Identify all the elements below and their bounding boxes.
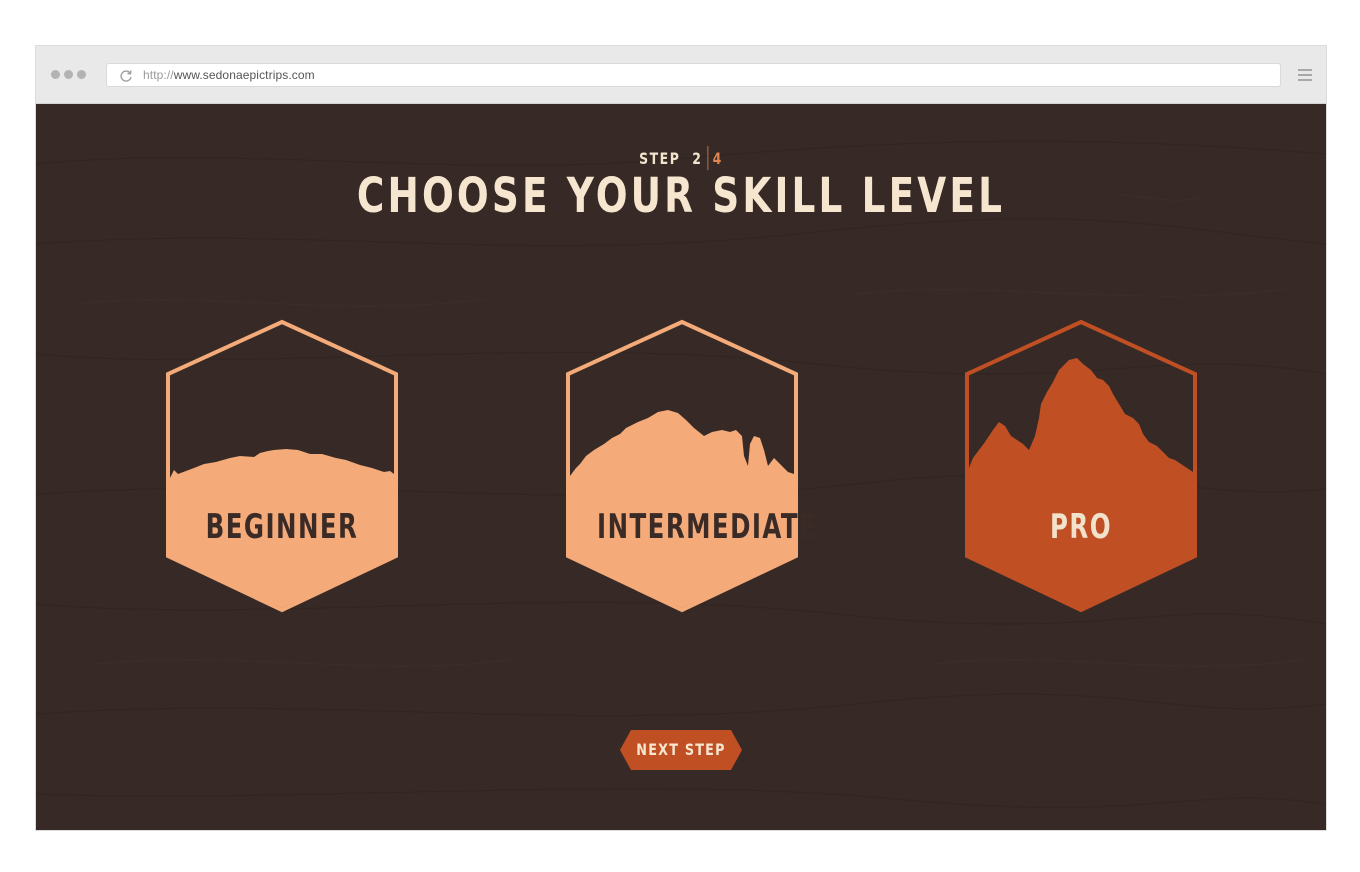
window-controls [51, 70, 86, 80]
window-dot-maximize[interactable] [77, 70, 86, 79]
step-indicator: STEP 24 [178, 146, 1184, 170]
next-step-label: NEXT STEP [636, 740, 726, 759]
browser-window: http://www.sedonaepictrips.com STEP 2 4 … [36, 46, 1326, 830]
skill-option-pro[interactable]: PRO [963, 318, 1199, 614]
skill-option-intermediate[interactable]: INTERMEDIATE [564, 318, 818, 614]
window-dot-close[interactable] [51, 70, 60, 79]
hamburger-menu-icon[interactable] [1298, 69, 1312, 82]
skill-option-beginner[interactable]: BEGINNER [164, 318, 400, 614]
beginner-hexagon-icon [166, 319, 398, 613]
window-dot-minimize[interactable] [64, 70, 73, 79]
step-current: 2 [692, 149, 703, 168]
page-content: STEP 24 CHOOSE YOUR SKILL LEVEL BEGINNER… [36, 104, 1326, 830]
url-protocol: http:// [143, 68, 174, 82]
reload-icon[interactable] [119, 69, 133, 83]
pro-hexagon-icon [965, 319, 1197, 613]
address-bar[interactable]: http://www.sedonaepictrips.com [106, 63, 1281, 87]
step-total: 4 [712, 149, 723, 168]
url-host: www.sedonaepictrips.com [173, 68, 315, 82]
next-step-button[interactable]: NEXT STEP [619, 729, 743, 771]
page-title: CHOOSE YOUR SKILL LEVEL [356, 168, 1006, 224]
skill-label-beginner: BEGINNER [205, 507, 359, 547]
step-divider [707, 146, 708, 170]
url-text[interactable]: http://www.sedonaepictrips.com [143, 68, 315, 82]
browser-toolbar: http://www.sedonaepictrips.com [36, 46, 1326, 104]
intermediate-hexagon-icon [566, 319, 798, 613]
skill-label-intermediate: INTERMEDIATE [597, 507, 818, 547]
step-word: STEP [639, 149, 681, 168]
skill-label-pro: PRO [1050, 507, 1112, 547]
